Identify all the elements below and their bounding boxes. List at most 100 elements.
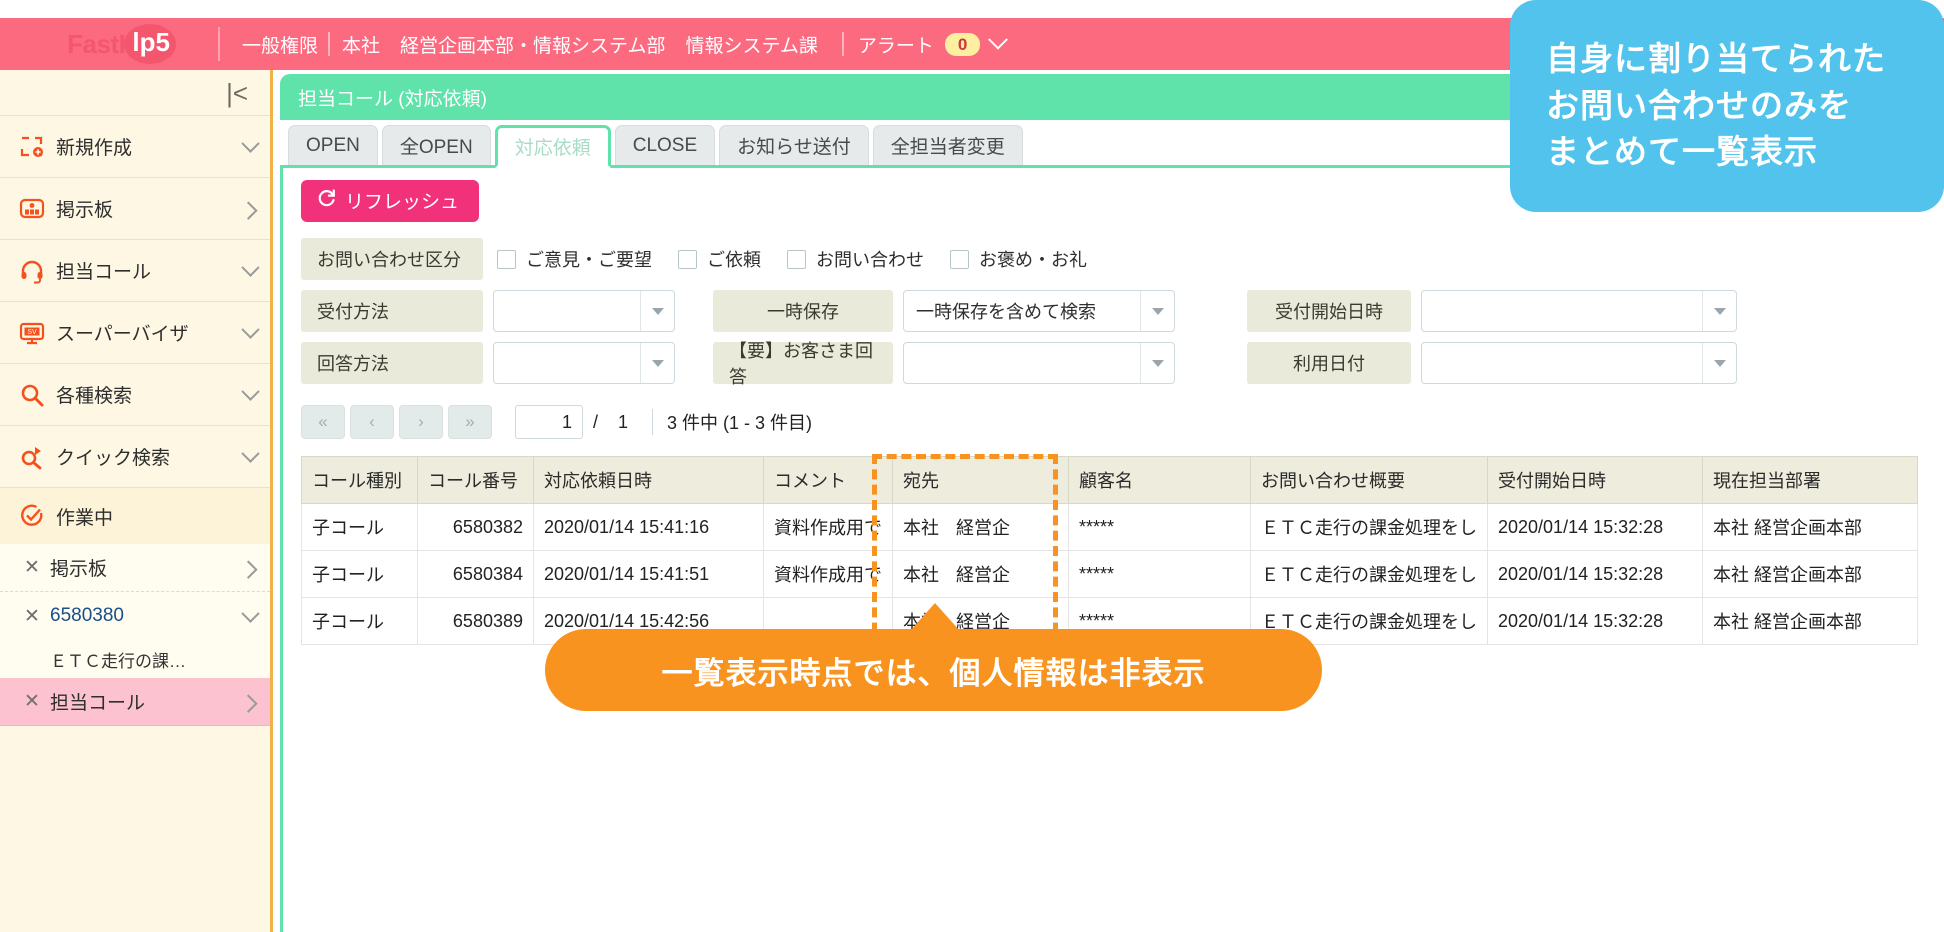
sidebar-subitem-bulletin[interactable]: ✕ 掲示板 xyxy=(0,544,270,592)
chevron-down-icon[interactable] xyxy=(640,291,674,331)
sidebar-item-label: 各種検索 xyxy=(50,381,230,408)
callout-line-3: まとめて一覧表示 xyxy=(1546,129,1944,176)
chevron-down-icon[interactable] xyxy=(230,264,270,277)
sidebar-subitem-group-6580380: ✕ 6580380 ＥＴＣ走行の課… xyxy=(0,592,270,678)
sidebar-item-label: 新規作成 xyxy=(50,133,230,160)
results-table: コール種別 コール番号 対応依頼日時 コメント 宛先 顧客名 お問い合わせ概要 … xyxy=(301,456,1918,645)
pagination-result-count: 3 件中 (1 - 3 件目) xyxy=(667,409,812,435)
pagination-separator: / xyxy=(583,412,608,433)
checkbox-inquiry[interactable]: お問い合わせ xyxy=(787,246,924,272)
pagination-page-input[interactable]: 1 xyxy=(515,405,583,439)
collapse-panel-icon[interactable]: |< xyxy=(226,80,248,106)
pagination-next-button[interactable]: › xyxy=(399,405,443,439)
checkbox-box[interactable] xyxy=(678,250,697,269)
filter-select-temp-save[interactable]: 一時保存を含めて検索 xyxy=(903,290,1175,332)
sidebar-item-label: 掲示板 xyxy=(50,195,230,222)
sidebar-subitem-call-6580380[interactable]: ✕ 6580380 xyxy=(0,592,270,640)
table-column-header-request-datetime[interactable]: 対応依頼日時 xyxy=(534,457,764,504)
tab-all-open[interactable]: 全OPEN xyxy=(382,125,491,165)
chevron-down-icon[interactable] xyxy=(640,343,674,383)
select-value: 一時保存を含めて検索 xyxy=(904,298,1108,324)
pagination-prev-button[interactable]: ‹ xyxy=(350,405,394,439)
filter-label-answer-method: 回答方法 xyxy=(301,342,483,384)
cell-call-no: 6580382 xyxy=(418,504,534,551)
checkbox-opinion-request[interactable]: ご意見・ご要望 xyxy=(497,246,652,272)
table-column-header-accept-datetime[interactable]: 受付開始日時 xyxy=(1488,457,1703,504)
filter-select-reception-method[interactable] xyxy=(493,290,675,332)
sidebar-item-new[interactable]: 新規作成 xyxy=(0,116,270,178)
checkbox-label: ご意見・ご要望 xyxy=(526,246,652,272)
chevron-down-icon[interactable] xyxy=(988,30,1008,50)
new-document-icon xyxy=(14,132,50,162)
refresh-button[interactable]: リフレッシュ xyxy=(301,180,479,222)
filter-select-accept-datetime[interactable] xyxy=(1421,290,1737,332)
tab-close[interactable]: CLOSE xyxy=(615,125,715,165)
table-row[interactable]: 子コール 6580384 2020/01/14 15:41:51 資料作成用で … xyxy=(302,551,1918,598)
table-column-header-inquiry-summary[interactable]: お問い合わせ概要 xyxy=(1251,457,1488,504)
chevron-down-icon[interactable] xyxy=(1140,291,1174,331)
tab-change-all-assignee[interactable]: 全担当者変更 xyxy=(873,125,1023,165)
chevron-right-icon[interactable] xyxy=(230,561,270,574)
table-column-header-call-type[interactable]: コール種別 xyxy=(302,457,418,504)
table-row[interactable]: 子コール 6580382 2020/01/14 15:41:16 資料作成用で … xyxy=(302,504,1918,551)
checkbox-request[interactable]: ご依頼 xyxy=(678,246,761,272)
filter-label-accept-datetime: 受付開始日時 xyxy=(1247,290,1411,332)
table-column-header-call-no[interactable]: コール番号 xyxy=(418,457,534,504)
filter-select-customer-answer-required[interactable] xyxy=(903,342,1175,384)
checkbox-box[interactable] xyxy=(950,250,969,269)
table-column-header-comment[interactable]: コメント xyxy=(764,457,893,504)
close-icon[interactable]: ✕ xyxy=(24,605,50,628)
sidebar-item-search[interactable]: 各種検索 xyxy=(0,364,270,426)
table-column-header-destination[interactable]: 宛先 xyxy=(893,457,1069,504)
cell-comment: 資料作成用で xyxy=(764,551,893,598)
sidebar-subitem-label: 担当コール xyxy=(50,688,230,715)
sidebar-item-assigned-calls[interactable]: 担当コール xyxy=(0,240,270,302)
cell-current-dept: 本社 経営企画本部 xyxy=(1703,551,1918,598)
filter-row-1: 受付方法 一時保存 一時保存を含めて検索 受付開始日時 xyxy=(301,288,1944,334)
pagination-last-button[interactable]: » xyxy=(448,405,492,439)
sidebar-collapse-button[interactable]: |< xyxy=(0,70,270,116)
checkbox-praise-thanks[interactable]: お褒め・お礼 xyxy=(950,246,1087,272)
sidebar-item-bulletin[interactable]: 掲示板 xyxy=(0,178,270,240)
cell-destination: 本社 経営企 xyxy=(893,504,1069,551)
checkbox-box[interactable] xyxy=(497,250,516,269)
filter-select-answer-method[interactable] xyxy=(493,342,675,384)
close-icon[interactable]: ✕ xyxy=(24,690,50,713)
sidebar-subitem-label: 6580380 xyxy=(50,605,230,627)
table-column-header-customer-name[interactable]: 顧客名 xyxy=(1069,457,1251,504)
tab-notice-send[interactable]: お知らせ送付 xyxy=(719,125,869,165)
quick-search-icon xyxy=(14,442,50,472)
sidebar-item-quick-search[interactable]: クイック検索 xyxy=(0,426,270,488)
alert-count-badge: 0 xyxy=(945,33,980,56)
cell-current-dept-org: 本社 xyxy=(1713,565,1749,585)
tab-open[interactable]: OPEN xyxy=(288,125,378,165)
chevron-down-icon[interactable] xyxy=(230,326,270,339)
panel-body: リフレッシュ お問い合わせ区分 ご意見・ご要望 ご依頼 xyxy=(280,168,1944,932)
chevron-down-icon[interactable] xyxy=(230,388,270,401)
chevron-down-icon[interactable] xyxy=(1702,291,1736,331)
close-icon[interactable]: ✕ xyxy=(24,556,50,579)
chevron-right-icon[interactable] xyxy=(230,202,270,215)
chevron-down-icon[interactable] xyxy=(230,450,270,463)
chevron-right-icon[interactable] xyxy=(230,695,270,708)
cell-destination-dept: 経営企 xyxy=(956,518,1010,538)
sidebar-item-supervisor[interactable]: SV スーパーバイザ xyxy=(0,302,270,364)
alert-menu[interactable]: アラート 0 xyxy=(858,31,1005,58)
sidebar-subitem-assigned-calls[interactable]: ✕ 担当コール xyxy=(0,678,270,726)
cell-call-no: 6580389 xyxy=(418,598,534,645)
chevron-down-icon[interactable] xyxy=(1702,343,1736,383)
dept-label: 経営企画本部・情報システム部 xyxy=(390,31,675,58)
tab-response-request[interactable]: 対応依頼 xyxy=(495,125,611,168)
chevron-down-icon[interactable] xyxy=(1140,343,1174,383)
table-column-header-current-dept[interactable]: 現在担当部署 xyxy=(1703,457,1918,504)
sidebar: |< 新規作成 xyxy=(0,70,273,932)
cell-customer-name: ***** xyxy=(1069,504,1251,551)
filter-select-use-date[interactable] xyxy=(1421,342,1737,384)
check-circle-icon xyxy=(14,501,50,531)
chevron-down-icon[interactable] xyxy=(230,140,270,153)
chevron-down-icon[interactable] xyxy=(230,610,270,623)
context-separator xyxy=(328,32,330,56)
pagination-first-button[interactable]: « xyxy=(301,405,345,439)
app-logo[interactable]: FastHe lp5 xyxy=(0,18,218,70)
checkbox-box[interactable] xyxy=(787,250,806,269)
